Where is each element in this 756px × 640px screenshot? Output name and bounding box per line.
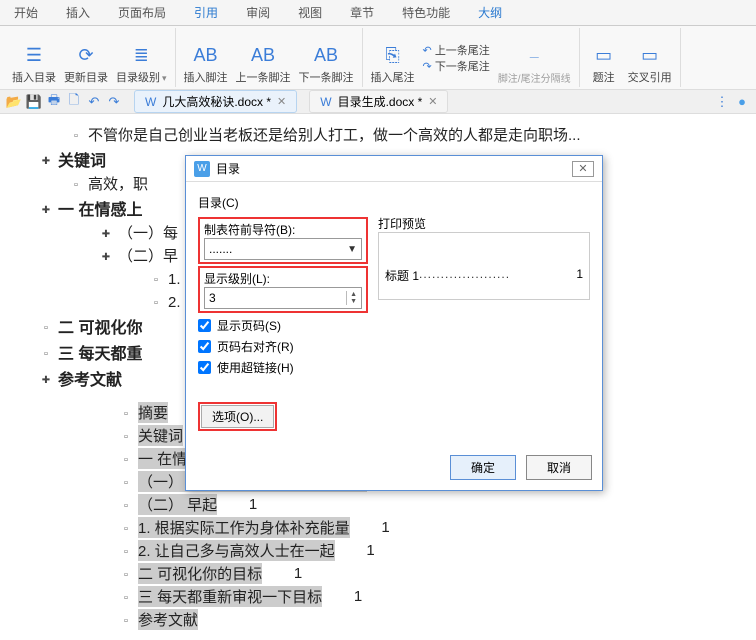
insert-toc-button[interactable]: ☰ 插入目录	[8, 28, 60, 87]
right-align-checkbox[interactable]: 页码右对齐(R)	[198, 338, 368, 355]
save-icon[interactable]: 💾	[26, 94, 42, 110]
heading: 关键词	[58, 147, 106, 171]
level-label: 显示级别(L):	[204, 270, 362, 287]
menu-icon[interactable]: ⋮	[714, 94, 730, 110]
heading: 二 可视化你	[58, 314, 142, 338]
tab-section[interactable]: 章节	[336, 0, 388, 25]
tab-insert[interactable]: 插入	[52, 0, 104, 25]
prev-footnote-icon: AB	[251, 43, 275, 67]
separator-button[interactable]: ⎯ 脚注/尾注分隔线	[494, 28, 575, 87]
para-text: 不管你是自己创业当老板还是给别人打工，做一个高效的人都是走向职场...	[88, 124, 581, 145]
toc-level: 1	[347, 542, 375, 559]
caption-button[interactable]: ▭ 题注	[584, 28, 624, 87]
update-toc-button[interactable]: ⟳ 更新目录	[60, 28, 112, 87]
doc-tab-active[interactable]: W 几大高效秘诀.docx * ✕	[134, 90, 297, 113]
spinner-buttons[interactable]: ▲▼	[346, 291, 357, 305]
toc-entry: 二 可视化你的目标	[138, 563, 262, 584]
dialog-title: 目录	[216, 160, 240, 177]
tab-view[interactable]: 视图	[284, 0, 336, 25]
hyperlink-checkbox[interactable]: 使用超链接(H)	[198, 359, 368, 376]
toc-entry: 关键词	[138, 425, 183, 446]
preview-icon[interactable]: 🗋	[66, 94, 82, 110]
tab-start[interactable]: 开始	[0, 0, 52, 25]
dialog-close-button[interactable]: ✕	[572, 161, 594, 177]
quick-access-toolbar: 📂 💾 🖶 🗋 ↶ ↷ W 几大高效秘诀.docx * ✕ W 目录生成.doc…	[0, 90, 756, 114]
preview-pane: 标题 1 .....................1 标题 2 .......…	[378, 232, 590, 300]
tab-outline[interactable]: 大纲	[464, 0, 516, 25]
heading: 一 在情感上	[58, 196, 142, 220]
leader-label: 制表符前导符(B):	[204, 221, 362, 238]
para-text: （二）早	[118, 245, 178, 266]
redo-icon[interactable]: ↷	[106, 94, 122, 110]
crossref-icon: ▭	[638, 43, 662, 67]
print-icon[interactable]: 🖶	[46, 94, 62, 110]
tab-review[interactable]: 审阅	[232, 0, 284, 25]
leader-highlight: 制表符前导符(B): ....... ▼	[198, 217, 368, 264]
para-text: 高效，职	[88, 173, 148, 194]
list-icon: ≣	[129, 43, 153, 67]
show-page-checkbox[interactable]: 显示页码(S)	[198, 317, 368, 334]
insert-endnote-button[interactable]: ⎘ 插入尾注	[367, 28, 419, 87]
open-icon[interactable]: 📂	[6, 94, 22, 110]
tab-features[interactable]: 特色功能	[388, 0, 464, 25]
insert-footnote-button[interactable]: AB 插入脚注	[180, 28, 232, 87]
heading: 参考文献	[58, 366, 122, 390]
para-text: （一）每	[118, 222, 178, 243]
level-spinner[interactable]: 3 ▲▼	[204, 287, 362, 309]
chevron-down-icon: ▼	[347, 244, 357, 255]
endnote-icon: ⎘	[381, 43, 405, 67]
close-icon[interactable]: ✕	[277, 95, 286, 108]
doc-tab-inactive[interactable]: W 目录生成.docx * ✕	[309, 90, 448, 113]
options-button[interactable]: 选项(O)...	[201, 405, 274, 428]
prev-endnote-button[interactable]: ↶ 上一条尾注	[423, 42, 490, 58]
close-icon[interactable]: ✕	[428, 95, 437, 108]
separator-icon: ⎯	[522, 44, 546, 68]
next-footnote-icon: AB	[314, 43, 338, 67]
next-endnote-button[interactable]: ↷ 下一条尾注	[423, 58, 490, 74]
leader-dropdown[interactable]: ....... ▼	[204, 238, 362, 260]
toc-icon: ☰	[22, 43, 46, 67]
prev-footnote-button[interactable]: AB 上一条脚注	[232, 28, 295, 87]
toc-level: 1	[274, 565, 302, 582]
doc-tab-label: 几大高效秘诀.docx *	[162, 93, 271, 110]
toc-level: 1	[229, 496, 257, 513]
dialog-titlebar: W 目录 ✕	[186, 156, 602, 182]
app-icon: W	[194, 161, 210, 177]
tab-layout[interactable]: 页面布局	[104, 0, 180, 25]
level-highlight: 显示级别(L): 3 ▲▼	[198, 266, 368, 313]
next-footnote-button[interactable]: AB 下一条脚注	[295, 28, 358, 87]
toc-entry: 摘要	[138, 402, 168, 423]
toc-entry: （二） 早起	[138, 494, 217, 515]
tab-references[interactable]: 引用	[180, 0, 232, 25]
toc-entry: 2. 让自己多与高效人士在一起	[138, 540, 335, 561]
cancel-button[interactable]: 取消	[526, 455, 592, 480]
toc-entry: 参考文献	[138, 609, 198, 630]
heading: 三 每天都重	[58, 340, 142, 364]
refresh-icon: ⟳	[74, 43, 98, 67]
preview-label: 打印预览	[378, 215, 590, 232]
doc-tab-label: 目录生成.docx *	[338, 93, 423, 110]
ribbon: ☰ 插入目录 ⟳ 更新目录 ≣ 目录级别▾ AB 插入脚注 AB 上一条脚注 A…	[0, 26, 756, 90]
toc-dialog: W 目录 ✕ 目录(C) 制表符前导符(B): ....... ▼ 显示级别(L…	[185, 155, 603, 491]
toc-entry: 三 每天都重新审视一下目标	[138, 586, 322, 607]
cloud-icon[interactable]: ●	[734, 94, 750, 110]
ok-button[interactable]: 确定	[450, 455, 516, 480]
toc-c-label: 目录(C)	[198, 194, 590, 211]
footnote-icon: AB	[194, 43, 218, 67]
caption-icon: ▭	[592, 43, 616, 67]
toc-entry: 1. 根据实际工作为身体补充能量	[138, 517, 350, 538]
toc-level-button[interactable]: ≣ 目录级别▾	[112, 28, 171, 87]
undo-icon[interactable]: ↶	[86, 94, 102, 110]
ribbon-tabs: 开始 插入 页面布局 引用 审阅 视图 章节 特色功能 大纲	[0, 0, 756, 26]
crossref-button[interactable]: ▭ 交叉引用	[624, 28, 676, 87]
toc-level: 1	[362, 519, 390, 536]
toc-level: 1	[334, 588, 362, 605]
